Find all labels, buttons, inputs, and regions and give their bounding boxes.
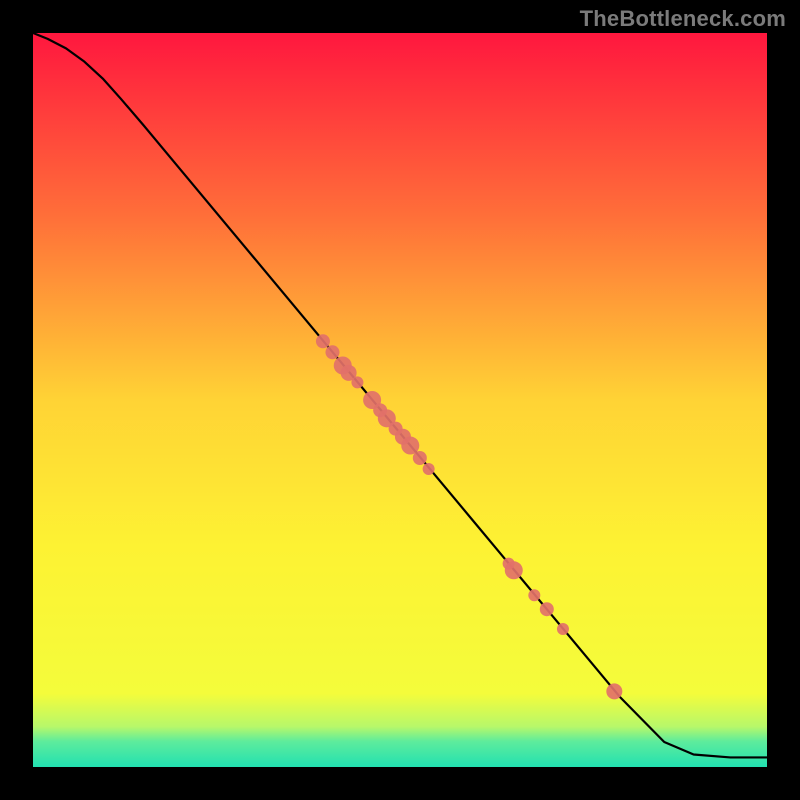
data-point: [413, 451, 427, 465]
data-point: [528, 589, 540, 601]
chart-frame: TheBottleneck.com: [0, 0, 800, 800]
data-point: [540, 602, 554, 616]
data-point: [606, 683, 622, 699]
chart-canvas: [33, 33, 767, 767]
data-point: [351, 376, 363, 388]
data-point: [325, 345, 339, 359]
data-point: [557, 623, 569, 635]
data-point: [505, 561, 523, 579]
data-point: [316, 334, 330, 348]
watermark-text: TheBottleneck.com: [580, 6, 786, 32]
plot-area: [33, 33, 767, 767]
gradient-background: [33, 33, 767, 767]
data-point: [423, 463, 435, 475]
